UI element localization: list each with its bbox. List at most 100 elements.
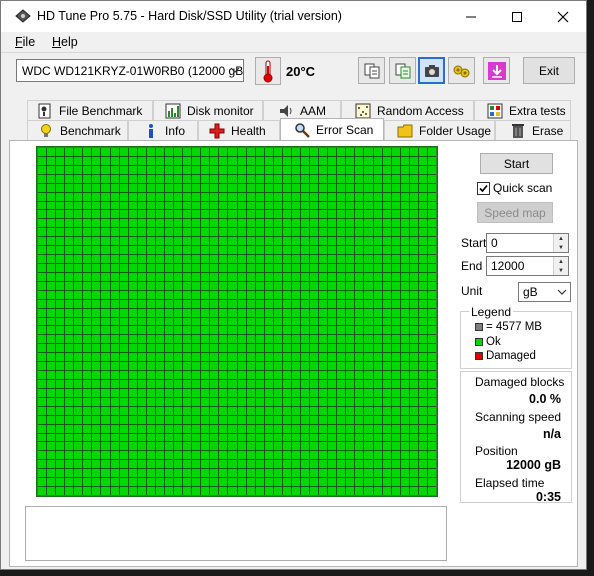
quick-scan-checkbox[interactable]: Quick scan — [477, 181, 552, 195]
spinner-arrows[interactable]: ▲ ▼ — [553, 234, 568, 252]
menu-bar: File Help — [1, 32, 586, 52]
title-bar[interactable]: HD Tune Pro 5.75 - Hard Disk/SSD Utility… — [1, 1, 586, 32]
scan-block-ok — [346, 433, 355, 442]
scan-block-ok — [246, 299, 255, 308]
scan-block-ok — [183, 290, 192, 299]
scan-block-ok — [155, 460, 164, 469]
scan-block-ok — [201, 460, 210, 469]
scan-block-ok — [164, 362, 174, 371]
drive-select[interactable]: WDC WD121KRYZ-01W0RB0 (12000 gB — [16, 59, 244, 82]
scan-block-ok — [128, 424, 137, 433]
scan-block-ok — [418, 469, 427, 478]
scan-block-ok — [282, 380, 291, 388]
scan-block-ok — [391, 264, 400, 272]
scan-block-ok — [418, 362, 427, 371]
tab-health[interactable]: Health — [198, 120, 280, 140]
scan-block-ok — [56, 308, 65, 317]
scan-block-ok — [38, 165, 47, 174]
scan-block-ok — [83, 237, 92, 246]
scan-block-ok — [364, 380, 373, 388]
scan-block-ok — [237, 344, 246, 353]
scan-block-ok — [83, 451, 92, 460]
scan-block-ok — [164, 308, 174, 317]
options-button[interactable] — [448, 57, 475, 84]
scan-block-ok — [319, 371, 328, 379]
scan-block-ok — [101, 371, 110, 379]
spinner-arrows[interactable]: ▲ ▼ — [553, 257, 568, 275]
tab-benchmark[interactable]: Benchmark — [27, 120, 128, 140]
scan-block-ok — [282, 183, 291, 192]
scan-block-ok — [101, 460, 110, 469]
scan-block-ok — [355, 148, 364, 156]
scan-block-ok — [56, 148, 65, 156]
screenshot-button[interactable] — [418, 57, 445, 84]
unit-select[interactable]: gB — [518, 282, 571, 302]
scan-block-ok — [355, 487, 364, 495]
tab-aam[interactable]: AAM — [263, 100, 341, 120]
scan-block-ok — [210, 424, 219, 433]
tab-file-benchmark[interactable]: File Benchmark — [27, 100, 153, 120]
save-button[interactable] — [389, 57, 416, 84]
download-button[interactable] — [483, 57, 510, 84]
error-scan-map — [36, 146, 438, 497]
scan-block-ok — [255, 371, 264, 379]
scan-block-ok — [310, 388, 319, 397]
speed-map-button[interactable]: Speed map — [477, 202, 553, 223]
scan-block-ok — [174, 174, 183, 183]
close-button[interactable] — [540, 1, 586, 32]
scan-block-ok — [373, 183, 382, 192]
scan-block-ok — [192, 272, 201, 281]
scan-block-ok — [346, 424, 355, 433]
scan-block-ok — [246, 156, 255, 165]
scan-block-ok — [74, 192, 83, 201]
tab-disk-monitor[interactable]: Disk monitor — [153, 100, 263, 120]
scan-block-ok — [427, 156, 436, 165]
spin-down-icon[interactable]: ▼ — [554, 243, 568, 252]
start-scan-button[interactable]: Start — [480, 153, 553, 174]
scan-block-ok — [38, 326, 47, 335]
maximize-button[interactable] — [494, 1, 540, 32]
scan-block-ok — [210, 380, 219, 388]
scan-block-ok — [56, 183, 65, 192]
end-position-input[interactable]: 12000 ▲ ▼ — [486, 256, 569, 276]
exit-button[interactable]: Exit — [523, 57, 575, 84]
checkbox-box[interactable] — [477, 181, 490, 195]
copy-button[interactable] — [358, 57, 385, 84]
scan-block-ok — [219, 335, 228, 344]
scan-block-ok — [92, 174, 101, 183]
scan-block-ok — [110, 388, 119, 397]
scan-block-ok — [119, 290, 128, 299]
scan-block-ok — [74, 255, 83, 263]
scan-block-ok — [400, 156, 409, 165]
tab-info[interactable]: Info — [128, 120, 198, 140]
tab-erase[interactable]: Erase — [495, 120, 571, 140]
tab-error-scan[interactable]: Error Scan — [280, 118, 384, 140]
minimize-button[interactable] — [448, 1, 494, 32]
tab-random-access[interactable]: Random Access — [341, 100, 474, 120]
scan-block-ok — [47, 433, 56, 442]
temperature-button[interactable] — [255, 57, 281, 85]
scan-block-ok — [364, 183, 373, 192]
scan-block-ok — [237, 237, 246, 246]
spin-up-icon[interactable]: ▲ — [554, 257, 568, 266]
scan-block-ok — [183, 442, 192, 451]
scan-block-ok — [355, 397, 364, 406]
scan-block-ok — [56, 228, 65, 237]
scan-block-ok — [174, 451, 183, 460]
scan-block-ok — [319, 272, 328, 281]
menu-file[interactable]: File — [15, 35, 35, 49]
legend-block-size: = 4577 MB — [475, 321, 542, 333]
start-position-input[interactable]: 0 ▲ ▼ — [486, 233, 569, 253]
tab-folder-usage[interactable]: Folder Usage — [384, 120, 495, 140]
scan-block-ok — [319, 201, 328, 210]
spin-down-icon[interactable]: ▼ — [554, 266, 568, 275]
spin-up-icon[interactable]: ▲ — [554, 234, 568, 243]
scan-block-ok — [246, 478, 255, 487]
scan-block-ok — [65, 478, 74, 487]
scan-block-ok — [110, 255, 119, 263]
menu-help[interactable]: Help — [52, 35, 78, 49]
scan-block-ok — [92, 415, 101, 424]
scan-log[interactable] — [25, 506, 447, 561]
tab-extra-tests[interactable]: Extra tests — [474, 100, 571, 120]
scan-block-ok — [74, 290, 83, 299]
